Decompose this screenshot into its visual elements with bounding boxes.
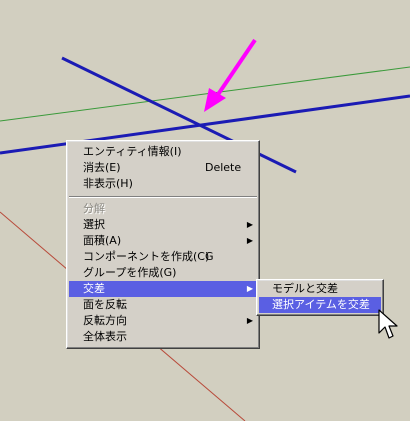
triangle-right-icon: ▶ xyxy=(246,316,253,325)
menu-item-area[interactable]: 面積(A) ▶ xyxy=(69,233,257,249)
shortcut-delete: Delete xyxy=(205,161,242,174)
menu-item-select[interactable]: 選択 ▶ xyxy=(69,217,257,233)
triangle-right-icon: ▶ xyxy=(246,236,253,245)
intersect-submenu: モデルと交差 選択アイテムを交差 xyxy=(256,279,384,316)
triangle-right-icon: ▶ xyxy=(246,220,253,229)
menu-item-entity-info[interactable]: エンティティ情報(I) xyxy=(69,144,257,160)
mouse-pointer-icon xyxy=(378,309,398,339)
menu-item-erase[interactable]: 消去(E) Delete xyxy=(69,160,257,176)
submenu-item-intersect-model[interactable]: モデルと交差 xyxy=(259,281,381,297)
shortcut-g: G xyxy=(205,250,214,263)
menu-item-flip-along[interactable]: 反転方向 ▶ xyxy=(69,313,257,329)
menu-item-hide[interactable]: 非表示(H) xyxy=(69,176,257,192)
context-menu: エンティティ情報(I) 消去(E) Delete 非表示(H) 分解 選択 ▶ … xyxy=(66,140,260,349)
triangle-right-icon: ▶ xyxy=(246,284,253,293)
submenu-item-intersect-selected[interactable]: 選択アイテムを交差 xyxy=(259,297,381,313)
green-axis-line xyxy=(0,66,410,122)
menu-item-reverse-faces[interactable]: 面を反転 xyxy=(69,297,257,313)
menu-separator xyxy=(69,196,257,198)
menu-item-zoom-extents[interactable]: 全体表示 xyxy=(69,329,257,345)
menu-item-make-component[interactable]: コンポーネントを作成(C) G xyxy=(69,249,257,265)
magenta-arrow-icon xyxy=(204,38,257,112)
menu-item-explode: 分解 xyxy=(83,202,105,215)
menu-item-intersect[interactable]: 交差 ▶ xyxy=(69,281,257,297)
menu-item-make-group[interactable]: グループを作成(G) xyxy=(69,265,257,281)
